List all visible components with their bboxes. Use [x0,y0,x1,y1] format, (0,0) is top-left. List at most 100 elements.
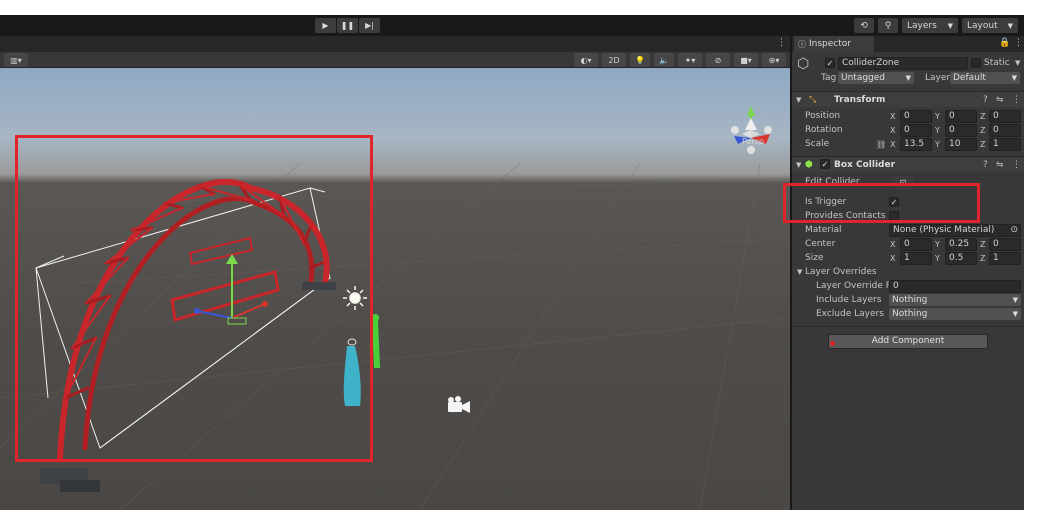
transform-icon: ⤡ [809,94,817,105]
material-field[interactable]: None (Physic Material) ⊙ [889,223,1021,237]
material-label: Material [805,225,842,235]
search-button[interactable]: ⚲ [878,18,898,33]
play-button[interactable]: ▶ [315,18,336,33]
help-icon[interactable]: ? [983,160,988,170]
audio-toggle[interactable]: 🔈 [654,53,674,67]
layer-override-priority-row: Layer Override Pric 0 [792,279,1024,293]
foldout-arrow-icon: ▼ [796,95,802,104]
effects-dropdown[interactable]: ✦▾ [678,53,702,67]
more-options-icon[interactable]: ⋮ [777,38,786,48]
step-button[interactable]: ▶| [359,18,380,33]
layer-dropdown[interactable]: Default ▼ [950,72,1020,84]
rotation-z-field[interactable]: 0 [989,123,1021,137]
orientation-gizmo [731,106,772,154]
box-collider-enabled-checkbox[interactable]: ✓ [820,159,830,169]
gizmo-tool-dropdown[interactable]: ▥▾ [4,53,28,67]
exclude-layers-dropdown[interactable]: Nothing ▼ [889,308,1021,320]
scale-z-field[interactable]: 1 [989,137,1021,151]
scene-tab-bar: ⋮ [0,36,790,52]
include-layers-value: Nothing [892,295,928,305]
object-picker-icon[interactable]: ⊙ [1010,225,1018,236]
axis-z-label: Z [980,125,986,135]
chevron-down-icon[interactable]: ▼ [1015,59,1020,67]
transform-header[interactable]: ▼ ⤡ Transform ? ⇋ ⋮ [792,91,1024,107]
tag-value: Untagged [841,73,886,83]
shading-mode-dropdown[interactable]: ◐▾ [574,53,598,67]
pause-icon: ❚❚ [340,21,355,30]
step-icon: ▶| [365,21,374,30]
is-trigger-row: Is Trigger ✓ [792,195,1024,209]
red-marker-dot [830,341,835,346]
gizmos-dropdown[interactable]: ⊕▾ [762,53,786,67]
hidden-objects-toggle[interactable]: ⊘ [706,53,730,67]
layer-overrides-foldout[interactable]: ▼ Layer Overrides [792,265,1024,279]
axis-z-label: Z [980,111,986,121]
scale-x-field[interactable]: 13.5 [900,137,932,151]
scene-viewport[interactable]: Persp [0,68,790,510]
mode-2d-label: 2D [608,55,620,65]
camera-gizmo [448,396,470,413]
ground-grid [0,162,790,510]
scale-y-field[interactable]: 10 [945,137,977,151]
active-checkbox[interactable]: ✓ [825,58,835,68]
globe-icon: ⊕▾ [768,55,780,65]
layout-dropdown[interactable]: Layout ▼ [962,18,1018,33]
is-trigger-checkbox[interactable]: ✓ [889,197,899,207]
size-y-field[interactable]: 0.5 [945,251,977,265]
include-layers-dropdown[interactable]: Nothing ▼ [889,294,1021,306]
box-collider-icon: ⬢ [805,159,813,170]
rotation-y-field[interactable]: 0 [945,123,977,137]
center-label: Center [805,239,836,249]
center-z-field[interactable]: 0 [989,237,1021,251]
add-component-label: Add Component [871,336,945,346]
presets-icon[interactable]: ⇋ [996,95,1004,105]
camera-settings-dropdown[interactable]: ■▾ [734,53,758,67]
layer-overrides-label: Layer Overrides [805,267,877,277]
axis-x-label: X [890,239,896,249]
is-trigger-label: Is Trigger [805,197,847,207]
tag-dropdown[interactable]: Untagged ▼ [838,72,914,84]
tab-inspector[interactable]: ⓘ Inspector [794,36,874,52]
presets-icon[interactable]: ⇋ [996,160,1004,170]
object-name-field[interactable]: ColliderZone [838,57,968,70]
provides-contacts-checkbox[interactable] [889,211,899,221]
inspector-panel: ⓘ Inspector 🔒 ⋮ ⬡ ✓ ColliderZone Static … [791,36,1024,510]
center-y-field[interactable]: 0.25 [945,237,977,251]
position-x-field[interactable]: 0 [900,109,932,123]
more-options-icon[interactable]: ⋮ [1012,160,1021,170]
position-y-field[interactable]: 0 [945,109,977,123]
foldout-arrow-icon: ▼ [797,268,803,276]
center-x-field[interactable]: 0 [900,237,932,251]
link-icon[interactable]: ⛓ [876,140,886,149]
exclude-layers-row: Exclude Layers Nothing ▼ [792,307,1024,321]
help-icon[interactable]: ? [983,95,988,105]
axis-y-label: Y [935,139,940,149]
lightbulb-icon: 💡 [635,55,645,65]
size-row: Size X 1 Y 0.5 Z 1 [792,251,1024,265]
position-row: Position X 0 Y 0 Z 0 [792,109,1024,123]
lighting-toggle[interactable]: 💡 [630,53,650,67]
edit-collider-button[interactable]: ⊡ [892,175,914,189]
box-collider-header[interactable]: ▼ ⬢ ✓ Box Collider ? ⇋ ⋮ [792,156,1024,172]
more-options-icon[interactable]: ⋮ [1012,95,1021,105]
bottom-margin [0,510,1046,524]
pause-button[interactable]: ❚❚ [337,18,358,33]
history-button[interactable]: ⟲ [854,18,874,33]
perspective-label[interactable]: Persp [742,137,764,146]
size-x-field[interactable]: 1 [900,251,932,265]
rotation-x-field[interactable]: 0 [900,123,932,137]
scene-toolbar: ▥▾ ◐▾ 2D 💡 🔈 ✦▾ ⊘ ■▾ ⊕▾ [0,52,790,68]
toggle-2d-button[interactable]: 2D [602,53,626,67]
static-checkbox[interactable] [971,58,981,68]
lock-icon[interactable]: 🔒 [999,38,1010,48]
layers-label: Layers [907,20,937,31]
layer-override-priority-field[interactable]: 0 [889,279,1021,293]
size-z-field[interactable]: 1 [989,251,1021,265]
position-z-field[interactable]: 0 [989,109,1021,123]
sun-light-gizmo [343,286,367,310]
red-arch [57,178,330,461]
layer-value: Default [953,73,986,83]
add-component-button[interactable]: Add Component [828,334,988,349]
layers-dropdown[interactable]: Layers ▼ [902,18,958,33]
more-options-icon[interactable]: ⋮ [1014,38,1023,48]
